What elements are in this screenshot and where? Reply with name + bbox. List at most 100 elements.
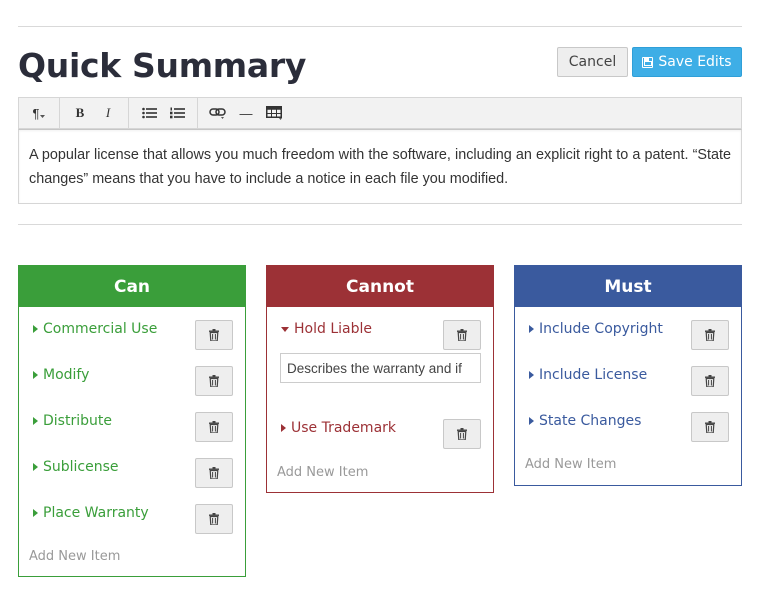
item-label: Distribute xyxy=(43,413,112,429)
paragraph-icon: ¶ xyxy=(32,105,40,121)
item-label: Sublicense xyxy=(43,459,119,475)
caret-right-icon xyxy=(33,417,38,425)
item-toggle[interactable]: Sublicense xyxy=(33,459,119,475)
trash-icon xyxy=(209,421,219,433)
add-new-item-link[interactable]: Add New Item xyxy=(29,549,120,564)
add-new-item-link[interactable]: Add New Item xyxy=(525,457,616,472)
list-item: Use Trademark xyxy=(267,406,493,452)
item-label: Include License xyxy=(539,367,648,383)
ordered-list-button[interactable] xyxy=(163,98,191,128)
list-item: Modify xyxy=(19,353,245,399)
caret-right-icon xyxy=(529,371,534,379)
trash-icon xyxy=(209,467,219,479)
list-item: Include License xyxy=(515,353,741,399)
italic-button[interactable]: I xyxy=(94,98,122,128)
section-divider xyxy=(18,224,742,225)
trash-icon xyxy=(705,329,715,341)
summary-editor[interactable]: A popular license that allows you much f… xyxy=(18,129,742,204)
item-toggle[interactable]: Use Trademark xyxy=(281,420,396,436)
delete-item-button[interactable] xyxy=(691,366,729,396)
trash-icon xyxy=(705,375,715,387)
delete-item-button[interactable] xyxy=(195,320,233,350)
bullet-list-icon xyxy=(141,107,157,119)
toolbar-group-format: ¶ xyxy=(19,98,60,128)
toolbar-group-lists xyxy=(129,98,198,128)
list-item: State Changes xyxy=(515,399,741,445)
caret-right-icon xyxy=(33,463,38,471)
table-button[interactable] xyxy=(260,98,288,128)
caret-right-icon xyxy=(33,509,38,517)
trash-icon xyxy=(705,421,715,433)
item-description-input[interactable] xyxy=(280,353,481,383)
horizontal-rule-button[interactable]: — xyxy=(232,98,260,128)
numbered-list-icon xyxy=(169,107,185,119)
delete-item-button[interactable] xyxy=(691,412,729,442)
link-button[interactable] xyxy=(204,98,232,128)
floppy-disk-icon xyxy=(642,56,654,68)
item-label: Modify xyxy=(43,367,90,383)
caret-right-icon xyxy=(33,325,38,333)
item-toggle[interactable]: State Changes xyxy=(529,413,641,429)
item-toggle[interactable]: Hold Liable xyxy=(281,321,372,337)
item-toggle[interactable]: Distribute xyxy=(33,413,112,429)
cancel-button[interactable]: Cancel xyxy=(557,47,628,77)
editor-toolbar: ¶ B I — xyxy=(18,97,742,129)
delete-item-button[interactable] xyxy=(195,458,233,488)
link-icon xyxy=(209,108,226,119)
add-new-item-link[interactable]: Add New Item xyxy=(277,465,368,480)
top-divider xyxy=(18,26,742,27)
trash-icon xyxy=(457,329,467,341)
cannot-column: Cannot Hold Liable Use Trademark Add New… xyxy=(266,265,494,493)
cannot-column-title: Cannot xyxy=(267,266,493,307)
can-column: Can Commercial Use Modify Distribute Sub… xyxy=(18,265,246,577)
list-item: Sublicense xyxy=(19,445,245,491)
list-item: Place Warranty xyxy=(19,491,245,537)
save-button-label: Save Edits xyxy=(658,54,732,70)
item-toggle[interactable]: Commercial Use xyxy=(33,321,157,337)
trash-icon xyxy=(209,329,219,341)
unordered-list-button[interactable] xyxy=(135,98,163,128)
item-toggle[interactable]: Modify xyxy=(33,367,89,383)
caret-right-icon xyxy=(529,417,534,425)
item-toggle[interactable]: Place Warranty xyxy=(33,505,149,521)
caret-right-icon xyxy=(529,325,534,333)
toolbar-group-style: B I xyxy=(60,98,129,128)
item-label: State Changes xyxy=(539,413,642,429)
item-label: Include Copyright xyxy=(539,321,663,337)
toolbar-group-insert: — xyxy=(198,98,294,128)
dropdown-caret-icon xyxy=(40,115,46,118)
trash-icon xyxy=(209,375,219,387)
list-item: Distribute xyxy=(19,399,245,445)
bold-icon: B xyxy=(75,105,85,120)
item-label: Use Trademark xyxy=(291,420,397,436)
delete-item-button[interactable] xyxy=(443,419,481,449)
save-edits-button[interactable]: Save Edits xyxy=(632,47,742,77)
horizontal-rule-icon: — xyxy=(239,105,253,121)
delete-item-button[interactable] xyxy=(443,320,481,350)
page-title: Quick Summary xyxy=(18,46,307,85)
list-item-expanded: Hold Liable xyxy=(267,307,493,406)
trash-icon xyxy=(457,428,467,440)
paragraph-format-button[interactable]: ¶ xyxy=(25,98,53,128)
delete-item-button[interactable] xyxy=(195,504,233,534)
delete-item-button[interactable] xyxy=(195,412,233,442)
item-toggle[interactable]: Include License xyxy=(529,367,647,383)
item-toggle[interactable]: Include Copyright xyxy=(529,321,663,337)
delete-item-button[interactable] xyxy=(691,320,729,350)
table-icon xyxy=(265,106,282,120)
trash-icon xyxy=(209,513,219,525)
item-label: Place Warranty xyxy=(43,505,149,521)
list-item: Include Copyright xyxy=(515,307,741,353)
must-column-title: Must xyxy=(515,266,741,307)
item-label: Commercial Use xyxy=(43,321,158,337)
delete-item-button[interactable] xyxy=(195,366,233,396)
cancel-button-label: Cancel xyxy=(568,54,617,70)
must-column: Must Include Copyright Include License S… xyxy=(514,265,742,486)
can-column-title: Can xyxy=(19,266,245,307)
caret-down-icon xyxy=(281,326,289,332)
caret-right-icon xyxy=(33,371,38,379)
caret-right-icon xyxy=(281,424,286,432)
italic-icon: I xyxy=(105,105,111,120)
bold-button[interactable]: B xyxy=(66,98,94,128)
item-label: Hold Liable xyxy=(294,321,372,337)
